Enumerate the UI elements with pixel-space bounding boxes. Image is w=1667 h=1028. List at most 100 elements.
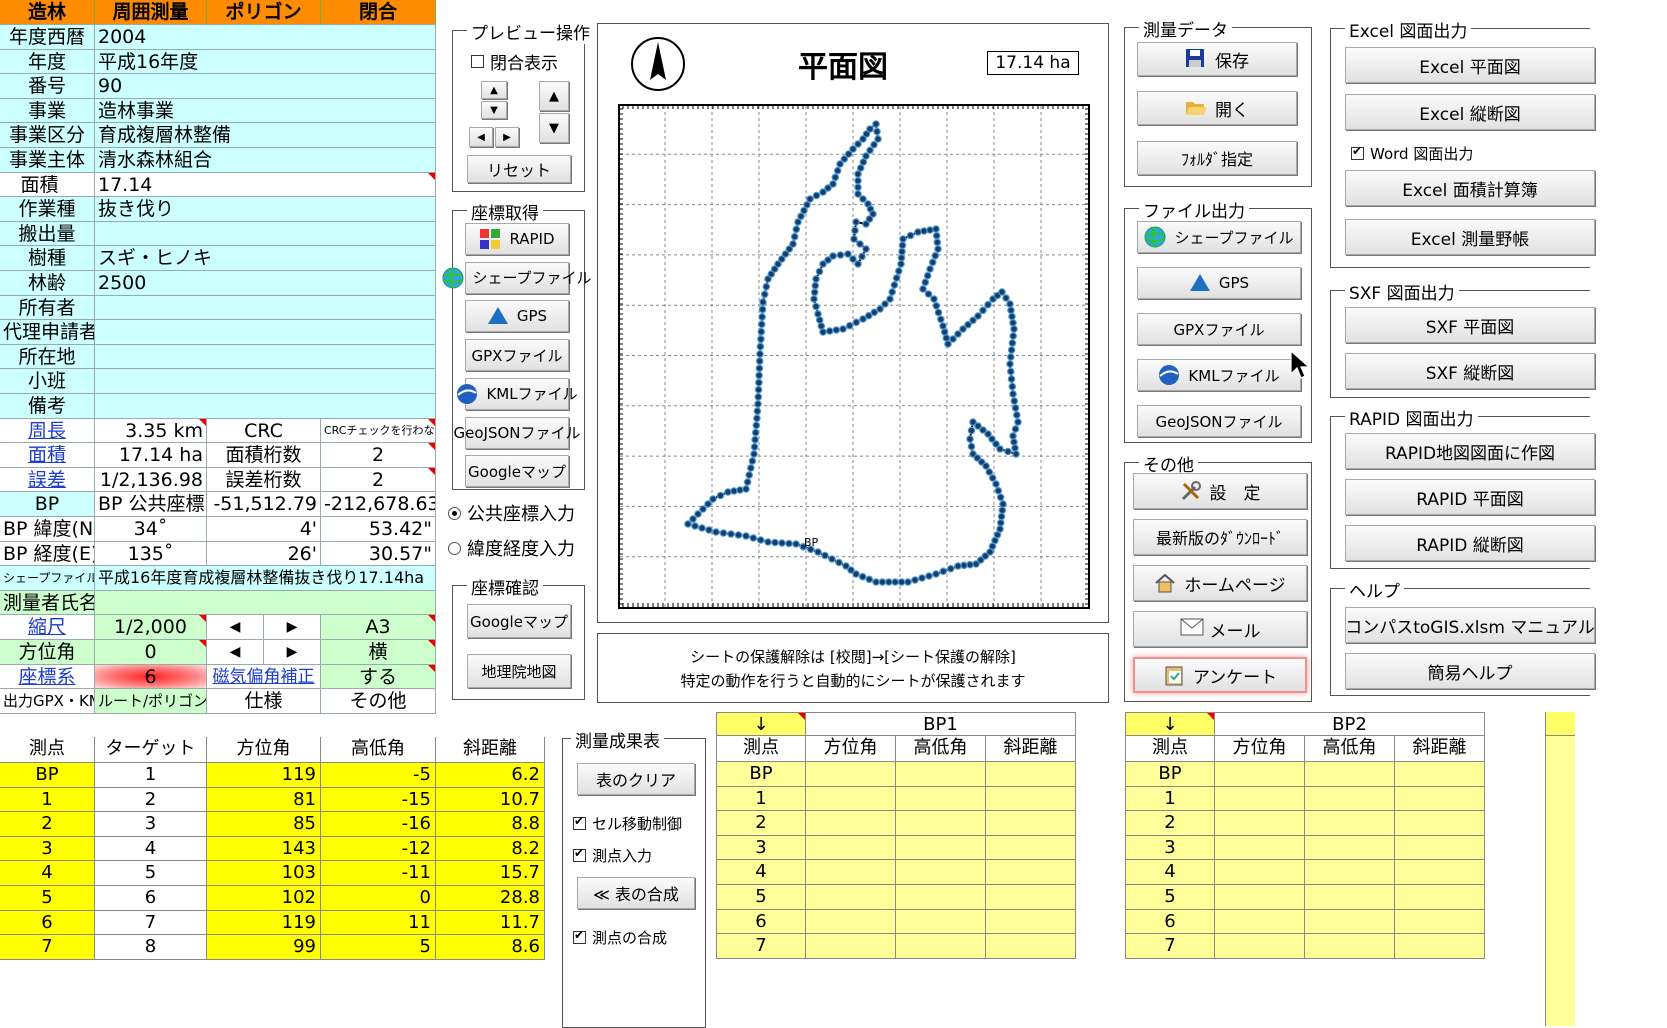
magnetic-correction-label[interactable]: 磁気偏角補正 [207, 664, 321, 690]
bp2_table-cell[interactable] [1395, 786, 1485, 812]
excel-plan-button[interactable]: Excel 平面図 [1345, 47, 1595, 83]
bp2_table-cell[interactable] [1215, 762, 1305, 787]
zoom-down-button[interactable]: ▼ [539, 113, 569, 143]
bp2_table-cell[interactable] [1305, 762, 1395, 787]
sheet-row-value[interactable] [95, 221, 436, 247]
main-table-cell[interactable]: 8.2 [436, 836, 545, 862]
lon-sec[interactable]: 30.57" [321, 541, 436, 567]
main-table-cell[interactable]: 8.6 [436, 935, 545, 960]
area-value[interactable]: 17.14 ha [95, 443, 207, 468]
bp2_table-cell[interactable] [1305, 860, 1395, 885]
file-out-button-3[interactable]: KMLファイル [1137, 359, 1301, 391]
sheet-row-value[interactable]: 平成16年度 [95, 49, 436, 75]
bp2_table-point[interactable]: 5 [1125, 885, 1215, 910]
folder-button[interactable]: ﾌｫﾙﾀﾞ指定 [1137, 141, 1297, 175]
closure-display-checkbox[interactable]: 閉合表示 [471, 49, 558, 74]
bp1_table-cell[interactable] [806, 885, 896, 910]
bp2_table-cell[interactable] [1305, 934, 1395, 959]
coord-get-button-6[interactable]: Googleマップ [465, 455, 569, 488]
bp1_table-point[interactable]: 6 [716, 909, 806, 935]
sxf-plan-button[interactable]: SXF 平面図 [1345, 307, 1595, 343]
main-table-cell[interactable]: 7 [95, 910, 207, 936]
survey-button[interactable]: アンケート [1133, 657, 1307, 693]
shapefile-value[interactable]: 平成16年度育成複層林整備抜き伐り17.14ha [95, 566, 436, 591]
download-latest-button[interactable]: 最新版のﾀﾞｳﾝﾛｰﾄﾞ [1133, 519, 1307, 555]
main-table-cell[interactable]: 3 [0, 836, 95, 862]
spin-left-button[interactable]: ◀ [469, 127, 493, 147]
bp2_table-point[interactable]: 3 [1125, 835, 1215, 861]
settings-button[interactable]: 設 定 [1133, 473, 1307, 509]
main-table-cell[interactable]: -15 [321, 787, 436, 813]
rapid-map-draw-button[interactable]: RAPID地図図面に作図 [1345, 433, 1595, 469]
bp1_table-cell[interactable] [806, 934, 896, 959]
public-coord-radio-dot[interactable] [448, 506, 461, 520]
file-out-button-4[interactable]: GeoJSONファイル [1137, 405, 1301, 437]
bp1_table-cell[interactable] [806, 835, 896, 861]
bp1_table-cell[interactable] [986, 909, 1076, 935]
excel-profile-button[interactable]: Excel 縦断図 [1345, 94, 1595, 130]
main-table-cell[interactable]: 103 [207, 861, 321, 886]
bp2_table-cell[interactable] [1395, 860, 1485, 885]
main-table-cell[interactable]: 1 [95, 763, 207, 788]
main-table-cell[interactable]: 2 [0, 812, 95, 837]
main-table-cell[interactable]: 4 [95, 836, 207, 862]
mail-button[interactable]: メール [1133, 611, 1307, 647]
point-input-checkbox-box[interactable] [573, 846, 586, 862]
cell-move-checkbox[interactable]: セル移動制御 [573, 813, 682, 834]
bp2_table-cell[interactable] [1395, 811, 1485, 836]
error-col4[interactable]: 2 [321, 467, 436, 493]
bp1_table-cell[interactable] [896, 885, 986, 910]
sheet-row-value[interactable]: 造林事業 [95, 98, 436, 124]
bp1_table-point[interactable]: 1 [716, 786, 806, 812]
main-table-cell[interactable]: 3 [95, 812, 207, 837]
rapid-plan-button[interactable]: RAPID 平面図 [1345, 479, 1595, 515]
azimuth-value[interactable]: 0 [95, 640, 207, 665]
coord-get-button-1[interactable]: シェープファイル [442, 261, 592, 294]
bp2_table-cell[interactable] [1215, 860, 1305, 885]
sheet-row-value[interactable] [95, 394, 436, 419]
main-table-cell[interactable]: 5 [321, 935, 436, 960]
azimuth-right-button[interactable]: ▶ [264, 640, 321, 665]
file-out-button-1[interactable]: GPS [1137, 267, 1301, 299]
save-button[interactable]: 保存 [1137, 42, 1297, 76]
main-table-cell[interactable]: 4 [0, 861, 95, 886]
sheet-row-value[interactable] [95, 344, 436, 370]
scale-option[interactable]: A3 [321, 615, 436, 640]
spin-right-button[interactable]: ▶ [495, 127, 519, 147]
word-output-checkbox[interactable]: Word 図面出力 [1351, 143, 1473, 164]
file-out-button-2[interactable]: GPXファイル [1137, 313, 1301, 345]
magnetic-correction-value[interactable]: する [321, 664, 436, 690]
bp2_table-cell[interactable] [1215, 835, 1305, 861]
bp-value[interactable]: BP 公共座標 [95, 492, 207, 517]
rapid-profile-button[interactable]: RAPID 縦断図 [1345, 525, 1595, 561]
combine-table-button[interactable]: ≪ 表の合成 [577, 877, 695, 909]
perimeter-col4[interactable]: CRCチェックを行わない [321, 418, 436, 444]
bp2_table-point[interactable]: 1 [1125, 786, 1215, 812]
point-combine-checkbox-box[interactable] [573, 928, 586, 944]
public-coord-radio[interactable]: 公共座標入力 [448, 500, 575, 526]
excel-field-book-button[interactable]: Excel 測量野帳 [1345, 219, 1595, 255]
bp-col4[interactable]: -212,678.63 [321, 492, 436, 517]
scale-right-button[interactable]: ▶ [264, 615, 321, 640]
bp1_table-cell[interactable] [986, 934, 1076, 959]
area-col4[interactable]: 2 [321, 443, 436, 468]
main-table-cell[interactable]: 81 [207, 787, 321, 813]
bp1_table-cell[interactable] [806, 786, 896, 812]
scale-value[interactable]: 1/2,000 [95, 615, 207, 640]
sheet-row-value[interactable]: 清水森林組合 [95, 148, 436, 173]
main-table-cell[interactable]: BP [0, 763, 95, 788]
bp1_table-cell[interactable] [896, 860, 986, 885]
error-value[interactable]: 1/2,136.98 [95, 467, 207, 493]
bp2_table-cell[interactable] [1215, 811, 1305, 836]
bp2_table-cell[interactable] [1395, 762, 1485, 787]
bp1_table-cell[interactable] [896, 909, 986, 935]
main-table-cell[interactable]: 85 [207, 812, 321, 837]
cell-move-checkbox-box[interactable] [573, 814, 586, 830]
error-label[interactable]: 誤差 [0, 467, 95, 493]
lat-sec[interactable]: 53.42" [321, 517, 436, 542]
bp2_table-cell[interactable] [1395, 885, 1485, 910]
bp1_table-point[interactable]: 7 [716, 934, 806, 959]
bp1_table-cell[interactable] [896, 762, 986, 787]
spin-down-small-button[interactable]: ▼ [481, 101, 507, 119]
main-table-cell[interactable]: 1 [0, 787, 95, 813]
